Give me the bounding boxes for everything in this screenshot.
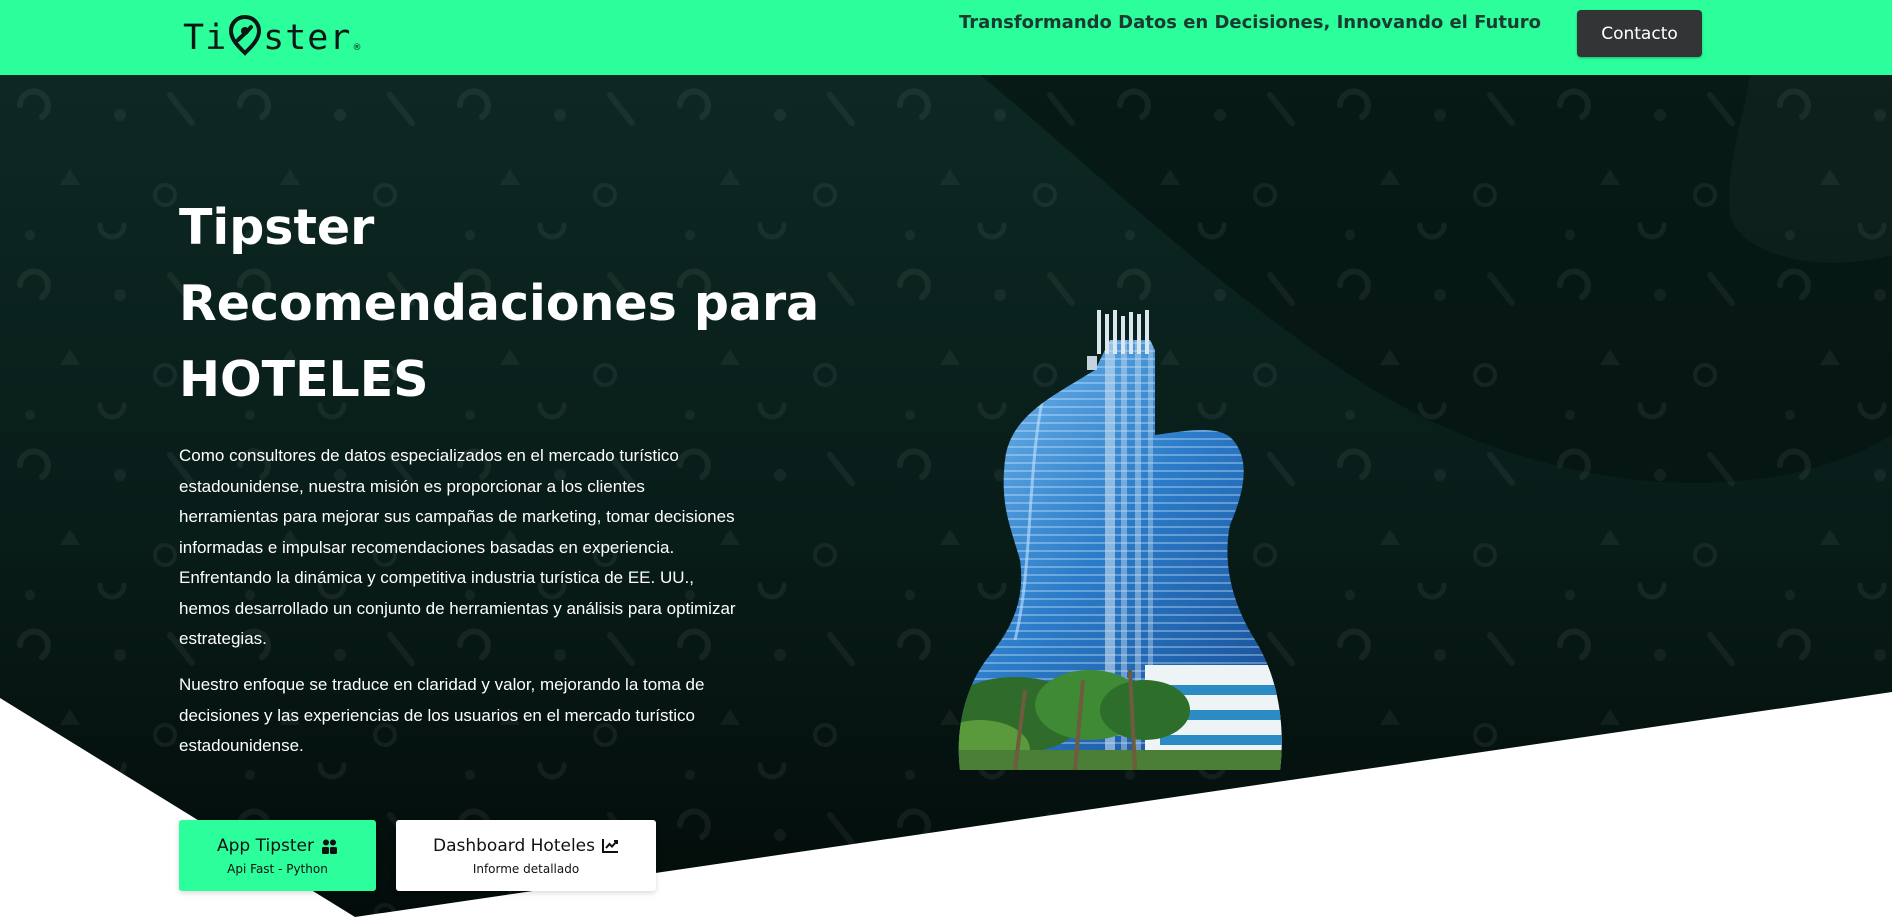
contact-button[interactable]: Contacto: [1577, 10, 1702, 57]
app-tipster-button[interactable]: App Tipster Api Fast - Python: [179, 820, 376, 891]
guitar-hotel-image: [958, 310, 1282, 770]
users-icon: [321, 839, 337, 854]
dashboard-hoteles-sublabel: Informe detallado: [472, 861, 580, 876]
dashboard-hoteles-label: Dashboard Hoteles: [433, 835, 595, 856]
logo-text-start: Ti: [183, 18, 228, 58]
app-tipster-label: App Tipster: [217, 835, 314, 856]
top-navbar: Ti ster ® Transformando Datos en Decisio…: [0, 0, 1892, 75]
registered-mark: ®: [352, 43, 363, 53]
chart-line-icon: [601, 839, 618, 853]
hero-title-line-2: Recomendaciones para: [179, 275, 820, 332]
tipster-logo[interactable]: Ti ster ®: [183, 14, 362, 56]
map-pin-icon: [229, 14, 262, 56]
hero-title: Tipster Recomendaciones para HOTELES: [179, 190, 819, 418]
app-tipster-sublabel: Api Fast - Python: [227, 861, 328, 876]
header-tagline: Transformando Datos en Decisiones, Innov…: [959, 12, 1541, 33]
dashboard-hoteles-button[interactable]: Dashboard Hoteles Informe detallado: [396, 820, 656, 891]
hero-title-line-3: HOTELES: [179, 351, 429, 408]
intro-paragraph-2: Nuestro enfoque se traduce en claridad y…: [179, 675, 705, 755]
intro-paragraph-1: Como consultores de datos especializados…: [179, 446, 736, 648]
logo-text-end: ster: [263, 18, 352, 58]
hero-title-line-1: Tipster: [179, 199, 375, 256]
